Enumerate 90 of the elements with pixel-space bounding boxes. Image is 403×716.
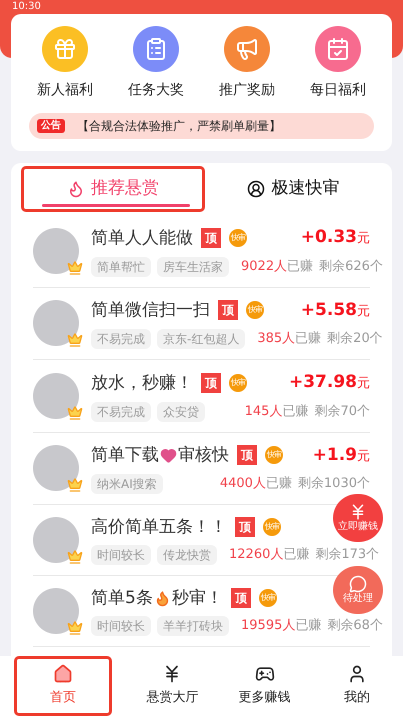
- avatar-placeholder: [33, 228, 79, 274]
- nav-item[interactable]: 悬赏大厅: [126, 656, 218, 716]
- fast-review-badge: 快审: [263, 518, 281, 536]
- nav-item[interactable]: 首页: [14, 656, 112, 716]
- task-title: 放水，秒赚！: [91, 372, 193, 395]
- task-tag: 纳米AI搜索: [91, 474, 163, 494]
- reward-amount: +1.9: [312, 444, 357, 466]
- task-tag: 时间较长: [91, 545, 151, 565]
- avatar-placeholder: [33, 588, 79, 634]
- remaining-count: 剩余1030个: [298, 475, 370, 494]
- earned-label: 已赚: [266, 475, 292, 494]
- avatar-placeholder: [33, 517, 79, 563]
- task-title: 高价简单五条！！: [91, 516, 227, 539]
- task-title: 审核快: [178, 444, 229, 468]
- task-title: 秒审！: [172, 587, 223, 610]
- task-tag: 羊羊打砖块: [157, 616, 229, 636]
- remaining-count: 剩余70个: [314, 402, 370, 421]
- tab[interactable]: 推荐悬赏: [21, 166, 204, 212]
- earned-label: 已赚: [287, 258, 314, 276]
- earned-count: 385人: [257, 330, 296, 348]
- task-tag: 传龙快赏: [157, 545, 217, 565]
- reward-unit: 元: [357, 375, 370, 393]
- tab[interactable]: 极速快审: [204, 166, 382, 212]
- top-badge: 顶: [218, 300, 238, 320]
- top-badge: 顶: [230, 588, 251, 608]
- top-badge: 顶: [201, 228, 221, 248]
- task-tag: 京东-红包超人: [157, 329, 246, 349]
- avatar-placeholder: [33, 372, 79, 419]
- crown-icon: [67, 260, 83, 276]
- crown-icon: [67, 332, 83, 348]
- task-title: 简单人人能做: [91, 226, 193, 250]
- megaphone-icon[interactable]: [224, 26, 270, 72]
- clipboard-icon[interactable]: [133, 26, 179, 72]
- status-time: 10:30: [12, 1, 41, 14]
- gift-icon[interactable]: [42, 26, 88, 72]
- earned-label: 已赚: [295, 617, 322, 636]
- remaining-count: 剩余20个: [327, 330, 383, 348]
- crown-icon: [67, 620, 83, 636]
- shortcut-label[interactable]: 任务大奖: [128, 80, 184, 101]
- top-badge: 顶: [235, 517, 255, 537]
- notice-badge: 公告: [37, 119, 65, 133]
- task-tag: 简单帮忙: [91, 256, 151, 276]
- earned-label: 已赚: [295, 330, 322, 348]
- avatar-placeholder: [33, 300, 79, 346]
- fast-review-badge: 快审: [246, 301, 264, 320]
- crown-icon: [67, 404, 83, 421]
- earned-label: 已赚: [282, 402, 308, 421]
- task-title: 简单下载: [91, 444, 159, 468]
- reward-unit: 元: [357, 230, 370, 248]
- task-title: 简单5条: [91, 587, 153, 610]
- earned-count: 12260人: [229, 546, 284, 564]
- fast-review-badge: 快审: [265, 446, 283, 464]
- calendar-icon[interactable]: [315, 26, 361, 72]
- reward-amount: +0.33: [300, 226, 357, 249]
- fast-review-badge: 快审: [229, 228, 247, 247]
- top-badge: 顶: [201, 372, 221, 393]
- reward-unit: 元: [357, 448, 370, 466]
- top-badge: 顶: [237, 445, 257, 466]
- task-tag: 众安贷: [157, 402, 205, 422]
- reward-unit: 元: [357, 302, 370, 320]
- remaining-count: 剩余173个: [315, 546, 380, 564]
- reward-amount: +5.58: [300, 298, 357, 322]
- heart-icon: [160, 446, 177, 464]
- task-tag: 不易完成: [91, 402, 151, 422]
- task-title: 简单微信扫一扫: [91, 299, 210, 322]
- shortcut-label[interactable]: 每日福利: [310, 80, 366, 101]
- user-icon: [247, 180, 266, 198]
- shortcut-label[interactable]: 推广奖励: [219, 80, 275, 101]
- crown-icon: [67, 549, 83, 565]
- task-tag: 房车生活家: [157, 256, 229, 276]
- shortcut-label[interactable]: 新人福利: [37, 80, 93, 101]
- fast-review-badge: 快审: [229, 374, 247, 392]
- avatar-placeholder: [33, 445, 79, 492]
- nav-item[interactable]: 我的: [310, 656, 403, 716]
- earned-count: 145人: [244, 402, 282, 421]
- chat-icon: [349, 575, 367, 593]
- home-icon: [53, 664, 74, 684]
- notice-text: 【合规合法体验推广，严禁刷单刷量】: [77, 118, 281, 135]
- reward-amount: +37.98: [288, 371, 357, 394]
- nav-item[interactable]: 更多赚钱: [218, 656, 311, 716]
- earned-count: 4400人: [220, 475, 266, 494]
- remaining-count: 剩余626个: [319, 258, 383, 276]
- earned-count: 19595人: [241, 617, 296, 636]
- earned-count: 9022人: [241, 258, 288, 276]
- remaining-count: 剩余68个: [327, 617, 383, 636]
- crown-icon: [67, 477, 83, 494]
- earned-label: 已赚: [283, 546, 310, 564]
- task-tag: 时间较长: [91, 616, 151, 636]
- task-tag: 不易完成: [91, 329, 151, 349]
- fast-review-badge: 快审: [258, 589, 277, 607]
